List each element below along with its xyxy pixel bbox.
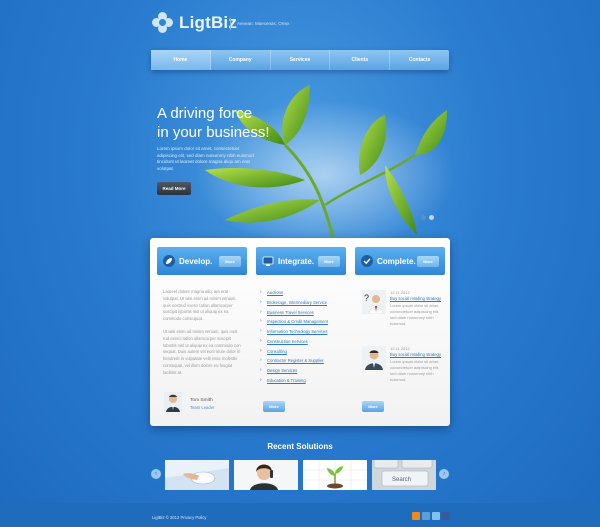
news-thumb-2 xyxy=(362,346,386,370)
recent-solutions-title: Recent Solutions xyxy=(267,442,333,451)
slider-dot-1[interactable] xyxy=(421,215,426,220)
develop-header: Develop. More xyxy=(157,247,247,275)
person-name: Tom Smith xyxy=(190,398,213,403)
slider-pager xyxy=(421,215,434,220)
complete-header: Complete. More xyxy=(355,247,445,275)
logo-flower-icon xyxy=(152,12,174,34)
list-item[interactable]: Auctions xyxy=(260,288,328,298)
team-leader-avatar xyxy=(164,392,182,412)
integrate-more-bottom-button[interactable]: More xyxy=(263,401,285,412)
brand-tagline: Aenean. Maecenas. Onse. xyxy=(230,18,290,30)
carousel-prev-icon[interactable]: ‹ xyxy=(151,469,161,479)
hero-text: Lorem ipsum dolor sit amet, consectetuer… xyxy=(157,146,254,171)
solution-thumb-sprout[interactable] xyxy=(303,460,367,490)
list-item[interactable]: Inspection & Credit Management xyxy=(260,317,328,327)
logo[interactable]: LigtBiz xyxy=(152,12,237,34)
main-nav: Home Company Services Clients Contacts xyxy=(151,50,449,70)
copyright-text: LigtBiz © 2012 Privacy Policy xyxy=(152,515,207,520)
integrate-header: Integrate. More xyxy=(256,247,346,275)
develop-more-button[interactable]: More xyxy=(219,255,241,267)
monitor-icon xyxy=(262,256,274,266)
nav-clients[interactable]: Clients xyxy=(330,50,391,70)
nav-home[interactable]: Home xyxy=(151,50,211,70)
develop-title: Develop. xyxy=(179,256,213,266)
rss-icon[interactable] xyxy=(412,512,420,520)
develop-paragraph-1: Laoreet dolore magna aliq. am erat volut… xyxy=(163,289,237,322)
hero-title-line1: A driving force xyxy=(157,105,253,122)
news-thumb-1: ? xyxy=(362,290,386,314)
nav-company[interactable]: Company xyxy=(211,50,271,70)
list-item[interactable]: Consulting xyxy=(260,347,328,357)
news-title-2[interactable]: Buy social retailing strategy xyxy=(390,352,441,357)
read-more-button[interactable]: Read More xyxy=(157,182,191,195)
news-text-2: Lorem ipsum dolor sit amet, consectetuer… xyxy=(390,359,440,382)
list-item[interactable]: Contractor Register & Supplier xyxy=(260,356,328,366)
delicious-icon[interactable] xyxy=(422,512,430,520)
solution-thumb-phone[interactable] xyxy=(234,460,298,490)
integrate-more-button[interactable]: More xyxy=(318,255,340,267)
hero-title-line2: in your business! xyxy=(157,124,270,141)
checkmark-icon xyxy=(361,255,373,267)
list-item[interactable]: Design Services xyxy=(260,366,328,376)
list-item[interactable]: Construction Services xyxy=(260,337,328,347)
solution-thumb-mouse[interactable] xyxy=(165,460,229,490)
complete-more-button[interactable]: More xyxy=(417,255,439,267)
news-date-2: 12.11.2012 xyxy=(390,346,410,351)
develop-paragraph-2: Ut wisi enim ad minim veniam, quis nost … xyxy=(163,329,241,375)
twitter-icon[interactable] xyxy=(432,512,440,520)
slider-dot-2[interactable] xyxy=(429,215,434,220)
complete-more-bottom-button[interactable]: More xyxy=(362,401,384,412)
person-role: Team Leader xyxy=(190,405,215,410)
solution-thumb-search-key[interactable]: Search xyxy=(372,460,436,490)
complete-title: Complete. xyxy=(377,256,416,266)
news-text-1: Lorem ipsum dolor sit amet, consectetuer… xyxy=(390,303,440,326)
list-item[interactable]: Business Travel Services xyxy=(260,308,328,318)
facebook-icon[interactable] xyxy=(442,512,450,520)
list-item[interactable]: Brokerage, Intermediary Service xyxy=(260,298,328,308)
services-link-list: Auctions Brokerage, Intermediary Service… xyxy=(260,288,328,386)
page: LigtBiz Aenean. Maecenas. Onse. Home Com… xyxy=(0,0,600,527)
news-date-1: 12.11.2012 xyxy=(390,290,410,295)
list-item[interactable]: Information Technology Services xyxy=(260,327,328,337)
svg-text:?: ? xyxy=(364,293,369,303)
integrate-title: Integrate. xyxy=(278,256,315,266)
leaf-icon xyxy=(163,255,175,267)
carousel-next-icon[interactable]: › xyxy=(439,469,449,479)
nav-services[interactable]: Services xyxy=(271,50,331,70)
brand-name: LigtBiz xyxy=(179,13,238,32)
search-key-label: Search xyxy=(392,477,411,483)
list-item[interactable]: Education & Training xyxy=(260,376,328,386)
news-title-1[interactable]: Buy social retailing strategy xyxy=(390,296,441,301)
nav-contacts[interactable]: Contacts xyxy=(390,50,449,70)
footer xyxy=(0,503,600,527)
hero-title: A driving force in your business! xyxy=(157,104,287,142)
